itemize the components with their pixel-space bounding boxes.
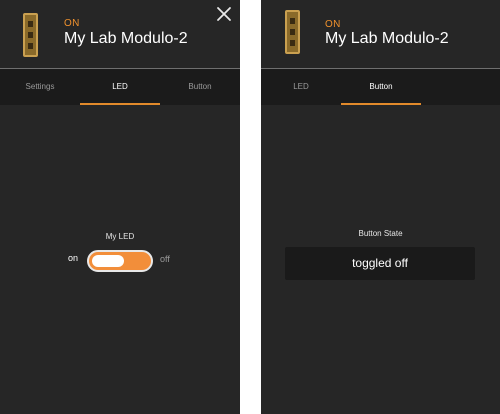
tab-led[interactable]: LED [80,69,160,105]
module-chip [290,29,295,35]
toggle-knob [92,255,124,267]
device-module-icon [285,10,300,54]
device-title: My Lab Modulo-2 [325,30,449,47]
device-header: ON My Lab Modulo-2 [261,0,500,68]
device-status: ON [325,19,341,30]
tab-button[interactable]: Button [341,69,421,105]
module-chip [28,21,33,27]
tab-bar: Settings LED Button [0,69,240,105]
close-icon[interactable] [216,6,232,22]
module-chip [290,18,295,24]
toggle-off-label: off [160,254,170,264]
right-device-panel: ON My Lab Modulo-2 LED Button Button Sta… [261,0,500,414]
tab-button[interactable]: Button [160,69,240,105]
left-device-panel: ON My Lab Modulo-2 Settings LED Button M… [0,0,240,414]
button-state-value: toggled off [285,247,475,280]
device-status: ON [64,18,80,29]
tab-led[interactable]: LED [261,69,341,105]
led-toggle-row: on off [0,250,240,272]
module-chip [28,32,33,38]
button-state-label: Button State [358,229,403,238]
module-chip [290,40,295,46]
device-module-icon [23,13,38,57]
tab-bar: LED Button [261,69,500,105]
led-label: My LED [105,232,135,241]
led-toggle-switch[interactable] [87,250,153,272]
module-chip [28,43,33,49]
device-header: ON My Lab Modulo-2 [0,0,240,68]
device-title: My Lab Modulo-2 [64,30,188,47]
toggle-on-label: on [68,253,79,263]
tab-settings[interactable]: Settings [0,69,80,105]
